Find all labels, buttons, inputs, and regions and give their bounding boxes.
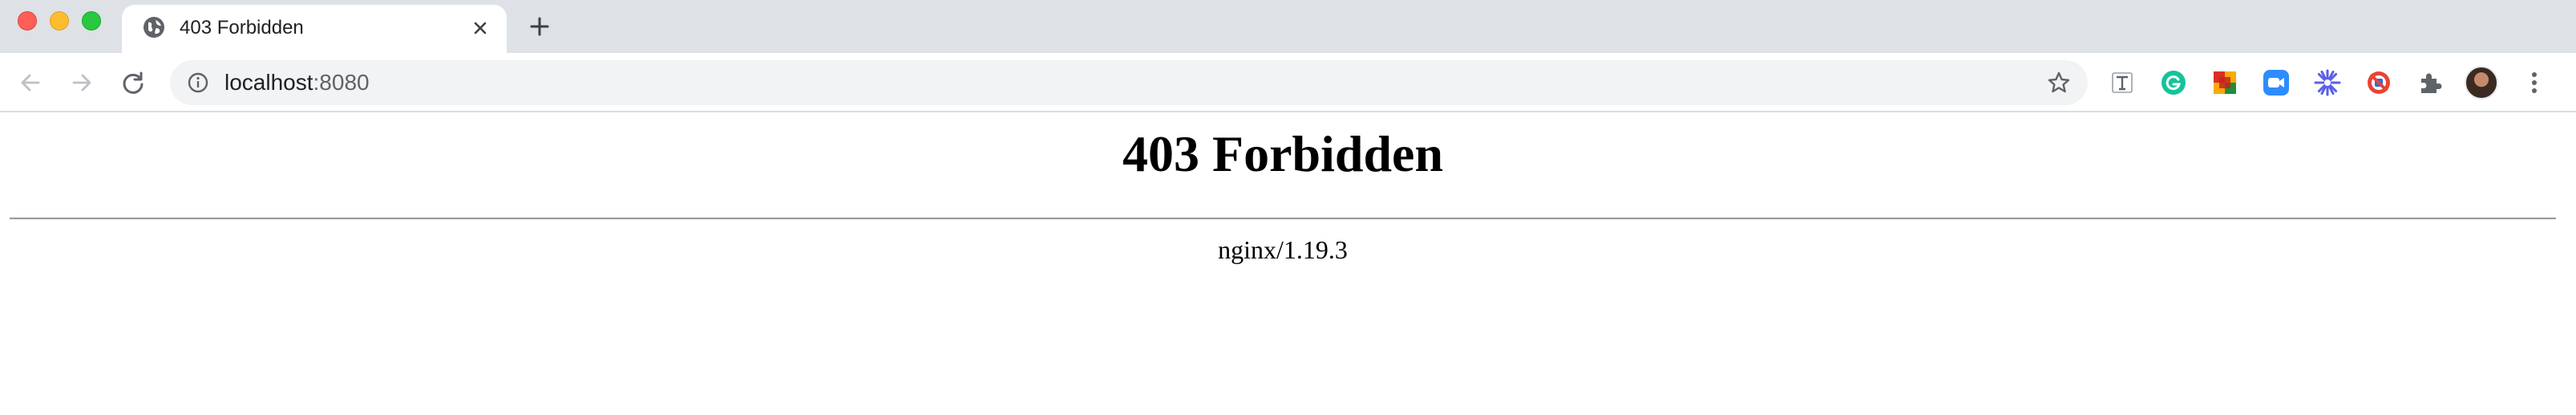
back-arrow-icon[interactable] bbox=[14, 67, 47, 99]
page-title: 403 Forbidden bbox=[1122, 125, 1444, 182]
grammarly-extension-icon[interactable] bbox=[2158, 67, 2189, 98]
globe-icon bbox=[144, 17, 164, 38]
window-close-button[interactable] bbox=[18, 11, 37, 31]
zoom-extension-icon[interactable] bbox=[2261, 67, 2291, 98]
url-text[interactable]: localhost:8080 bbox=[224, 71, 370, 95]
server-signature: nginx/1.19.3 bbox=[1218, 235, 1348, 264]
address-bar[interactable]: localhost:8080 bbox=[170, 60, 2088, 105]
forward-arrow-icon[interactable] bbox=[66, 67, 98, 99]
tab-strip: 403 Forbidden bbox=[0, 0, 2576, 53]
url-host: localhost bbox=[224, 70, 313, 95]
blocked-extension-icon[interactable] bbox=[2364, 67, 2394, 98]
browser-window: 403 Forbidden localhost:8080 403 Forbidd… bbox=[0, 0, 2576, 415]
reload-icon[interactable] bbox=[117, 67, 149, 99]
url-port: :8080 bbox=[313, 70, 370, 95]
plus-icon[interactable] bbox=[526, 13, 553, 40]
window-minimize-button[interactable] bbox=[50, 11, 69, 31]
window-maximize-button[interactable] bbox=[82, 11, 101, 31]
kebab-menu-icon[interactable] bbox=[2519, 67, 2550, 98]
browser-toolbar: localhost:8080 bbox=[0, 53, 2576, 112]
info-icon[interactable] bbox=[186, 71, 210, 95]
divider bbox=[10, 218, 2556, 220]
avatar[interactable] bbox=[2465, 66, 2498, 100]
puzzle-extensions-icon[interactable] bbox=[2415, 67, 2445, 98]
asterisk-extension-icon[interactable] bbox=[2312, 67, 2343, 98]
tab-active[interactable]: 403 Forbidden bbox=[122, 5, 507, 53]
close-icon[interactable] bbox=[468, 16, 492, 40]
tab-title: 403 Forbidden bbox=[180, 17, 304, 39]
star-icon[interactable] bbox=[2046, 70, 2072, 96]
text-t-extension-icon[interactable] bbox=[2107, 67, 2137, 98]
color-blocks-extension-icon[interactable] bbox=[2210, 67, 2240, 98]
page-content: 403 Forbidden nginx/1.19.3 bbox=[0, 112, 2576, 415]
